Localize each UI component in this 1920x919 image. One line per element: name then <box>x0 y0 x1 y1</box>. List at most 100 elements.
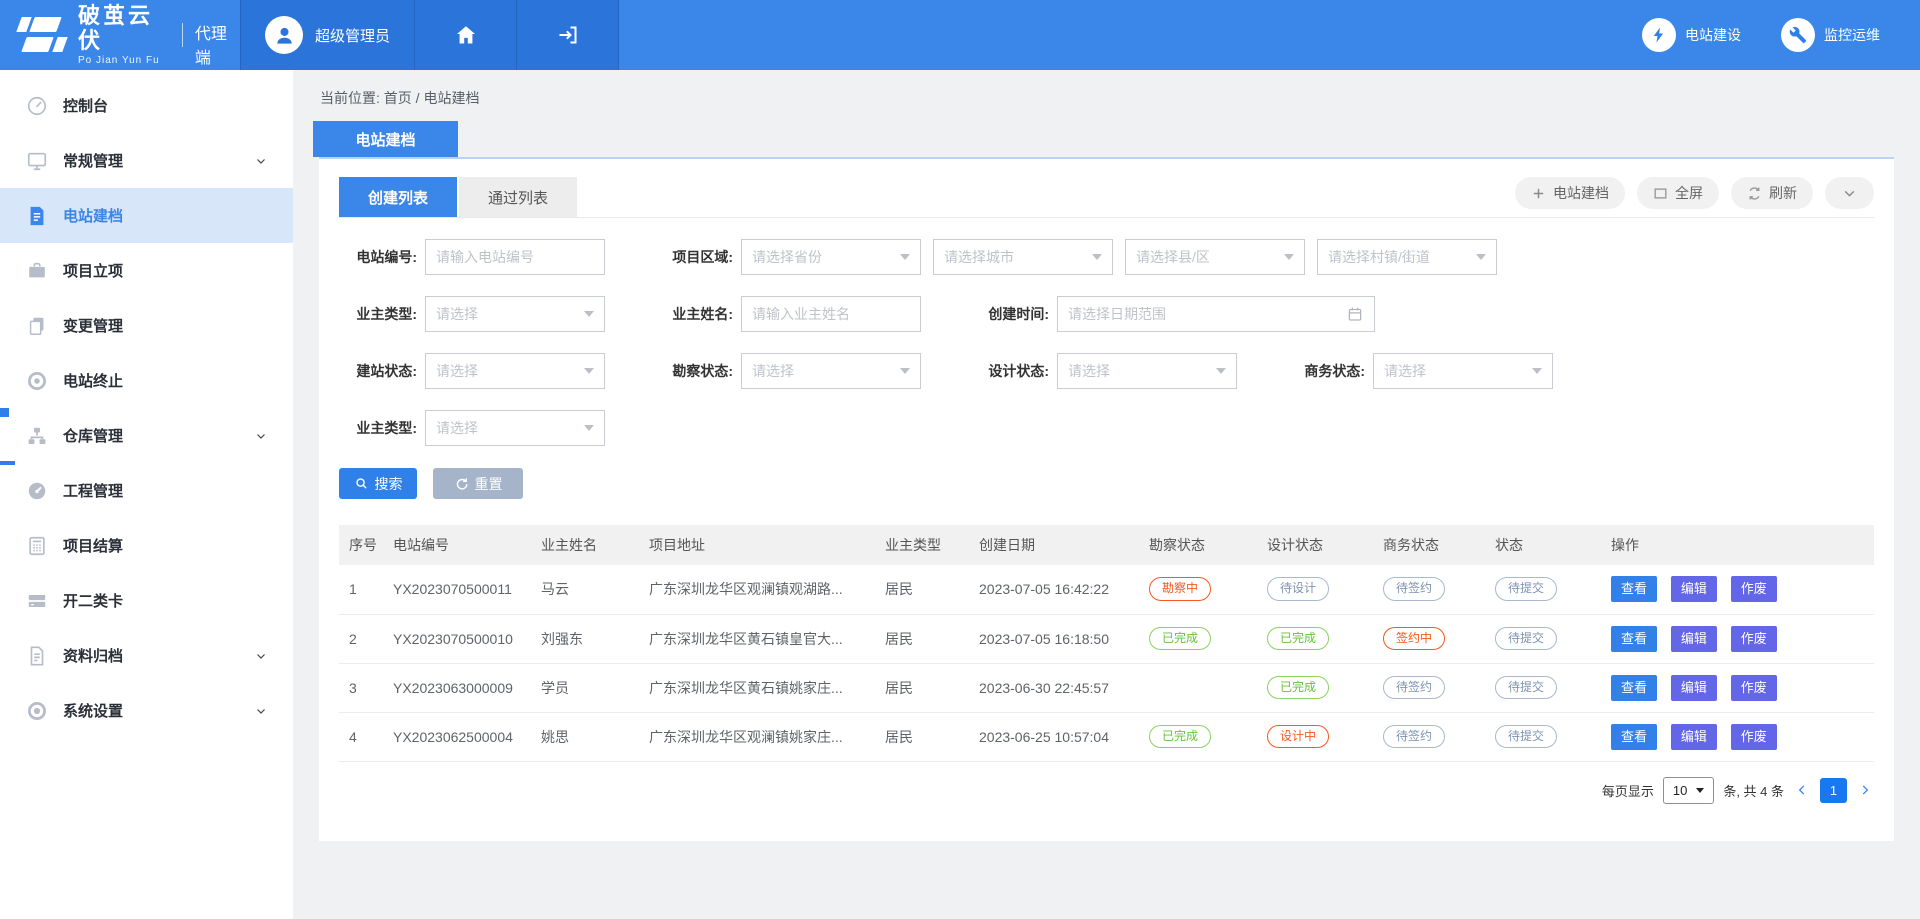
brand-title: 破茧云伏 <box>78 4 172 52</box>
copy-icon <box>26 315 48 337</box>
sidebar-item-project-settlement[interactable]: 项目结算 <box>0 518 293 573</box>
home-icon <box>454 23 478 47</box>
user-block: 超级管理员 <box>240 0 619 70</box>
owner-type2-select[interactable]: 请选择 <box>425 410 605 446</box>
scrollbar-thumb[interactable] <box>0 461 15 465</box>
caret-down-icon <box>1216 368 1226 374</box>
sidebar-item-warehouse-mgmt[interactable]: 仓库管理 <box>0 408 293 463</box>
total-count-label: 条, 共 4 条 <box>1723 781 1784 800</box>
col-address: 项目地址 <box>639 525 875 565</box>
caret-down-icon <box>1532 368 1542 374</box>
void-button[interactable]: 作废 <box>1731 626 1777 652</box>
sidebar-item-station-archive[interactable]: 电站建档 <box>0 188 293 243</box>
panel: 创建列表 通过列表 电站建档 全屏 <box>319 157 1894 841</box>
town-select[interactable]: 请选择村镇/街道 <box>1317 239 1497 275</box>
date-range-picker[interactable]: 请选择日期范围 <box>1057 296 1375 332</box>
col-created: 创建日期 <box>969 525 1139 565</box>
fullscreen-button[interactable]: 全屏 <box>1637 177 1719 209</box>
main-content: 当前位置: 首页 / 电站建档 电站建档 创建列表 通过列表 电站建档 <box>293 70 1920 919</box>
sidebar-item-project-initiation[interactable]: 项目立项 <box>0 243 293 298</box>
caret-down-icon <box>900 368 910 374</box>
tab-create-list[interactable]: 创建列表 <box>339 177 457 217</box>
module-station-build[interactable]: 电站建设 <box>1642 0 1741 70</box>
chevron-down-icon <box>1843 187 1856 200</box>
collapse-toolbar-button[interactable] <box>1825 177 1874 209</box>
logout-button[interactable] <box>517 0 619 70</box>
sidebar-item-engineering-mgmt[interactable]: 工程管理 <box>0 463 293 518</box>
void-button[interactable]: 作废 <box>1731 675 1777 701</box>
col-type: 业主类型 <box>875 525 969 565</box>
sidebar-item-console[interactable]: 控制台 <box>0 78 293 133</box>
col-design: 设计状态 <box>1257 525 1373 565</box>
view-button[interactable]: 查看 <box>1611 724 1657 750</box>
search-button[interactable]: 搜索 <box>339 468 417 499</box>
station-code-label: 电站编号: <box>339 247 417 267</box>
caret-down-icon <box>584 368 594 374</box>
city-select[interactable]: 请选择城市 <box>933 239 1113 275</box>
view-button[interactable]: 查看 <box>1611 626 1657 652</box>
chevron-down-icon <box>255 430 267 442</box>
status-badge: 勘察中 <box>1149 577 1211 601</box>
add-station-button[interactable]: 电站建档 <box>1515 177 1625 209</box>
design-status-label: 设计状态: <box>971 361 1049 381</box>
per-page-label: 每页显示 <box>1602 781 1654 800</box>
page-tab-station-archive[interactable]: 电站建档 <box>313 121 458 157</box>
sidebar-item-change-mgmt[interactable]: 变更管理 <box>0 298 293 353</box>
col-survey: 勘察状态 <box>1139 525 1257 565</box>
reset-icon <box>454 476 469 491</box>
module-monitor-ops[interactable]: 监控运维 <box>1781 0 1880 70</box>
survey-status-select[interactable]: 请选择 <box>741 353 921 389</box>
prev-page-button[interactable] <box>1793 781 1811 799</box>
next-page-button[interactable] <box>1856 781 1874 799</box>
business-status-select[interactable]: 请选择 <box>1373 353 1553 389</box>
wrench-icon <box>1789 26 1807 44</box>
sidebar-item-data-archive[interactable]: 资料归档 <box>0 628 293 683</box>
owner-name-input[interactable] <box>741 296 921 332</box>
caret-down-icon <box>584 425 594 431</box>
fullscreen-icon <box>1653 186 1668 201</box>
station-table: 序号 电站编号 业主姓名 项目地址 业主类型 创建日期 勘察状态 设计状态 商务… <box>339 525 1874 762</box>
user-icon <box>273 24 296 47</box>
status-badge: 设计中 <box>1267 725 1329 749</box>
edit-button[interactable]: 编辑 <box>1671 576 1717 602</box>
scrollbar-thumb[interactable] <box>0 408 9 417</box>
edit-button[interactable]: 编辑 <box>1671 724 1717 750</box>
edit-button[interactable]: 编辑 <box>1671 626 1717 652</box>
table-header-row: 序号 电站编号 业主姓名 项目地址 业主类型 创建日期 勘察状态 设计状态 商务… <box>339 525 1874 565</box>
col-business: 商务状态 <box>1373 525 1485 565</box>
design-status-select[interactable]: 请选择 <box>1057 353 1237 389</box>
user-menu[interactable]: 超级管理员 <box>240 0 415 70</box>
province-select[interactable]: 请选择省份 <box>741 239 921 275</box>
sidebar-item-type2-card[interactable]: 开二类卡 <box>0 573 293 628</box>
document-icon <box>26 205 48 227</box>
status-badge: 待设计 <box>1267 577 1329 601</box>
void-button[interactable]: 作废 <box>1731 724 1777 750</box>
county-select[interactable]: 请选择县/区 <box>1125 239 1305 275</box>
gauge-icon <box>26 480 48 502</box>
page-number-active[interactable]: 1 <box>1820 778 1847 803</box>
refresh-button[interactable]: 刷新 <box>1731 177 1813 209</box>
caret-down-icon <box>1284 254 1294 260</box>
status-badge: 待签约 <box>1383 676 1445 700</box>
search-icon <box>354 476 369 491</box>
view-button[interactable]: 查看 <box>1611 675 1657 701</box>
sidebar-item-general-mgmt[interactable]: 常规管理 <box>0 133 293 188</box>
home-button[interactable] <box>415 0 517 70</box>
view-button[interactable]: 查看 <box>1611 576 1657 602</box>
reset-button[interactable]: 重置 <box>433 468 523 499</box>
tab-passed-list[interactable]: 通过列表 <box>459 177 577 217</box>
file-icon <box>26 645 48 667</box>
create-time-label: 创建时间: <box>971 304 1049 324</box>
sidebar-item-system-settings[interactable]: 系统设置 <box>0 683 293 738</box>
brand: 破茧云伏 Po Jian Yun Fu 代理端 <box>0 0 240 70</box>
station-code-input[interactable] <box>425 239 605 275</box>
void-button[interactable]: 作废 <box>1731 576 1777 602</box>
owner-type-select[interactable]: 请选择 <box>425 296 605 332</box>
status-badge: 已完成 <box>1267 676 1329 700</box>
build-status-select[interactable]: 请选择 <box>425 353 605 389</box>
per-page-select[interactable]: 10 <box>1663 777 1714 804</box>
edit-button[interactable]: 编辑 <box>1671 675 1717 701</box>
sidebar-item-station-terminate[interactable]: 电站终止 <box>0 353 293 408</box>
breadcrumb: 当前位置: 首页 / 电站建档 <box>293 70 1920 121</box>
owner-type-label: 业主类型: <box>339 304 417 324</box>
